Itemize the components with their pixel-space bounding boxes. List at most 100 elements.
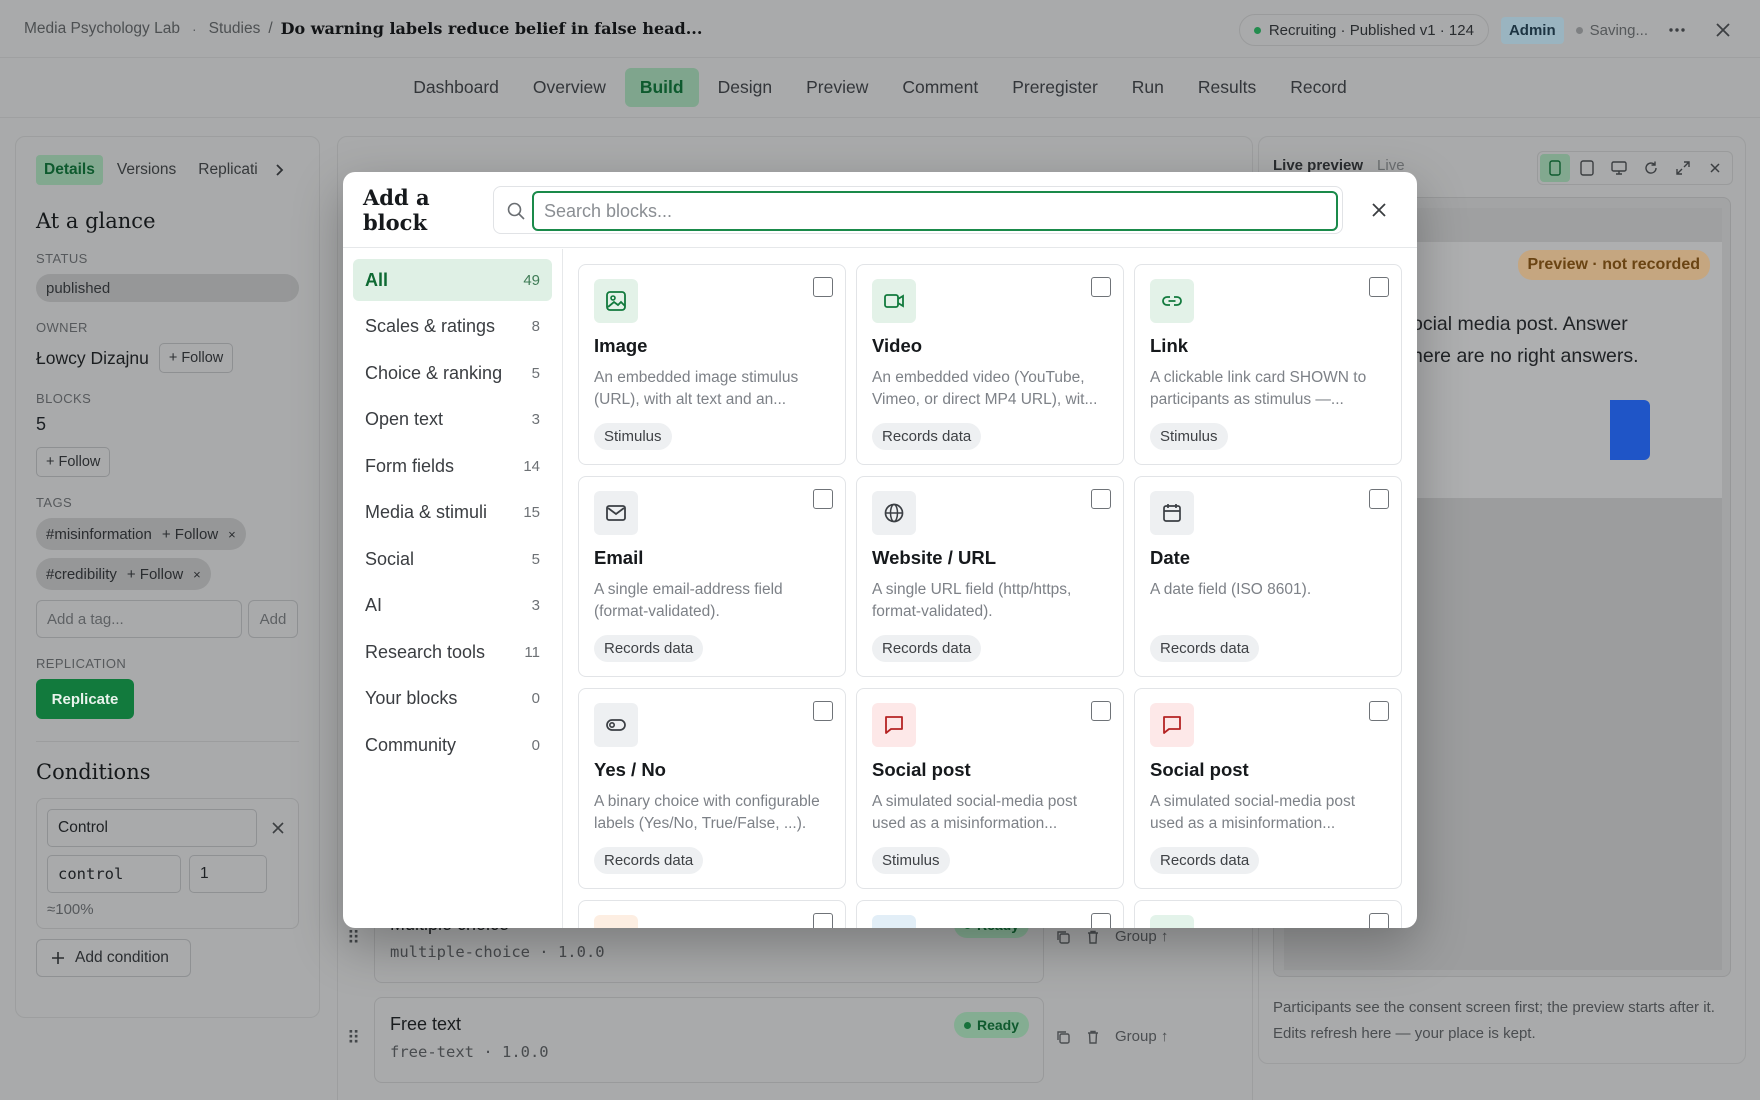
category-ai[interactable]: AI 3 xyxy=(353,585,552,627)
tag-name[interactable]: #misinformation xyxy=(46,526,152,543)
trash-icon[interactable] xyxy=(1085,929,1101,945)
select-checkbox[interactable] xyxy=(1369,277,1389,297)
drag-handle-icon[interactable]: ⠿ xyxy=(347,928,360,949)
expand-icon[interactable] xyxy=(1668,154,1698,182)
close-preview-icon[interactable] xyxy=(1700,154,1730,182)
category-open-text[interactable]: Open text 3 xyxy=(353,399,552,441)
select-checkbox[interactable] xyxy=(813,277,833,297)
block-card[interactable] xyxy=(578,900,846,928)
duplicate-icon[interactable] xyxy=(1055,1029,1071,1045)
chevron-right-icon[interactable] xyxy=(272,163,286,177)
trash-icon[interactable] xyxy=(1085,1029,1101,1045)
more-icon[interactable] xyxy=(1660,13,1694,47)
tab-replication[interactable]: Replicati xyxy=(190,155,265,185)
block-card-link[interactable]: Link A clickable link card SHOWN to part… xyxy=(1134,264,1402,465)
block-card-description: A clickable link card SHOWN to participa… xyxy=(1150,369,1367,408)
select-checkbox[interactable] xyxy=(1369,913,1389,928)
category-your-blocks[interactable]: Your blocks 0 xyxy=(353,678,552,720)
tab-overview[interactable]: Overview xyxy=(518,68,621,107)
category-choice[interactable]: Choice & ranking 5 xyxy=(353,352,552,394)
category-all[interactable]: All 49 xyxy=(353,259,552,301)
category-label: Form fields xyxy=(365,455,455,476)
block-type: free-text · 1.0.0 xyxy=(390,1043,549,1061)
add-condition-button[interactable]: Add condition xyxy=(36,939,191,977)
block-card[interactable] xyxy=(856,900,1124,928)
block-card-social-post[interactable]: Social post A simulated social-media pos… xyxy=(856,688,1124,889)
condition-key-field[interactable]: control xyxy=(47,855,181,893)
group-button[interactable]: Group ↑ xyxy=(1115,928,1168,945)
tab-build[interactable]: Build xyxy=(624,68,699,107)
category-count: 0 xyxy=(531,736,540,754)
tag-follow[interactable]: + Follow xyxy=(127,566,183,583)
block-card[interactable] xyxy=(1134,900,1402,928)
search-input[interactable]: Search blocks... xyxy=(532,191,1338,231)
block-row[interactable]: ⠿ Free text free-text · 1.0.0 Ready Grou… xyxy=(347,997,1168,1083)
add-tag-input[interactable]: Add a tag... xyxy=(36,600,242,638)
select-checkbox[interactable] xyxy=(813,913,833,928)
breadcrumb-org[interactable]: Media Psychology Lab xyxy=(24,20,180,38)
condition-weight-field[interactable]: 1 xyxy=(189,855,267,893)
tab-dashboard[interactable]: Dashboard xyxy=(398,68,514,107)
select-checkbox[interactable] xyxy=(1091,277,1111,297)
tablet-view-icon[interactable] xyxy=(1572,154,1602,182)
refresh-icon[interactable] xyxy=(1636,154,1666,182)
block-card-video[interactable]: Video An embedded video (YouTube, Vimeo,… xyxy=(856,264,1124,465)
block-card-description: A simulated social-media post used as a … xyxy=(872,793,1078,832)
select-checkbox[interactable] xyxy=(1369,701,1389,721)
group-button[interactable]: Group ↑ xyxy=(1115,1028,1168,1045)
phone-view-icon[interactable] xyxy=(1540,154,1570,182)
tab-record[interactable]: Record xyxy=(1275,68,1361,107)
category-media[interactable]: Media & stimuli 15 xyxy=(353,492,552,534)
tab-run[interactable]: Run xyxy=(1117,68,1179,107)
select-checkbox[interactable] xyxy=(1091,701,1111,721)
condition-name-field[interactable]: Control xyxy=(47,809,257,847)
category-label: Scales & ratings xyxy=(365,316,496,336)
category-label: Research tools xyxy=(365,641,486,662)
tag-name[interactable]: #credibility xyxy=(46,566,117,583)
replicate-button[interactable]: Replicate xyxy=(36,679,134,719)
block-card-image[interactable]: Image An embedded image stimulus (URL), … xyxy=(578,264,846,465)
tab-results[interactable]: Results xyxy=(1183,68,1271,107)
tab-details[interactable]: Details xyxy=(36,155,103,185)
category-social[interactable]: Social 5 xyxy=(353,538,552,580)
tab-versions[interactable]: Versions xyxy=(109,155,184,185)
follow-owner-button[interactable]: + Follow xyxy=(158,343,234,373)
remove-condition-icon[interactable] xyxy=(271,821,285,835)
video-icon xyxy=(872,279,916,323)
breadcrumb-studies[interactable]: Studies xyxy=(209,20,261,38)
drag-handle-icon[interactable]: ⠿ xyxy=(347,1028,360,1049)
close-modal-icon[interactable] xyxy=(1363,194,1395,226)
block-card-email[interactable]: Email A single email-address field (form… xyxy=(578,476,846,677)
category-community[interactable]: Community 0 xyxy=(353,724,552,766)
select-checkbox[interactable] xyxy=(1091,489,1111,509)
category-form-fields[interactable]: Form fields 14 xyxy=(353,445,552,487)
close-icon[interactable] xyxy=(1706,13,1740,47)
tag-follow[interactable]: + Follow xyxy=(162,526,218,543)
category-research-tools[interactable]: Research tools 11 xyxy=(353,631,552,673)
tab-preregister[interactable]: Preregister xyxy=(997,68,1113,107)
select-checkbox[interactable] xyxy=(1369,489,1389,509)
block-card-website[interactable]: Website / URL A single URL field (http/h… xyxy=(856,476,1124,677)
select-checkbox[interactable] xyxy=(813,701,833,721)
duplicate-icon[interactable] xyxy=(1055,929,1071,945)
study-status-pill[interactable]: Recruiting · Published v1 · 124 xyxy=(1238,14,1489,46)
owner-name[interactable]: Łowcy Dizajnu xyxy=(36,348,149,369)
select-checkbox[interactable] xyxy=(1091,913,1111,928)
select-checkbox[interactable] xyxy=(813,489,833,509)
desktop-view-icon[interactable] xyxy=(1604,154,1634,182)
tab-preview[interactable]: Preview xyxy=(791,68,883,107)
remove-tag-icon[interactable]: × xyxy=(193,567,201,582)
add-tag-button[interactable]: Add xyxy=(248,600,298,638)
preview-continue-button[interactable] xyxy=(1610,400,1650,460)
tab-design[interactable]: Design xyxy=(703,68,787,107)
category-count: 3 xyxy=(531,597,540,614)
globe-icon xyxy=(872,491,916,535)
follow-blocks-button[interactable]: + Follow xyxy=(36,447,111,477)
block-card-title: Social post xyxy=(1150,759,1249,780)
category-scales[interactable]: Scales & ratings 8 xyxy=(353,306,552,348)
block-card-yes-no[interactable]: Yes / No A binary choice with configurab… xyxy=(578,688,846,889)
remove-tag-icon[interactable]: × xyxy=(228,527,236,542)
block-card-social-post[interactable]: Social post A simulated social-media pos… xyxy=(1134,688,1402,889)
block-card-date[interactable]: Date A date field (ISO 8601). Records da… xyxy=(1134,476,1402,677)
tab-comment[interactable]: Comment xyxy=(887,68,993,107)
